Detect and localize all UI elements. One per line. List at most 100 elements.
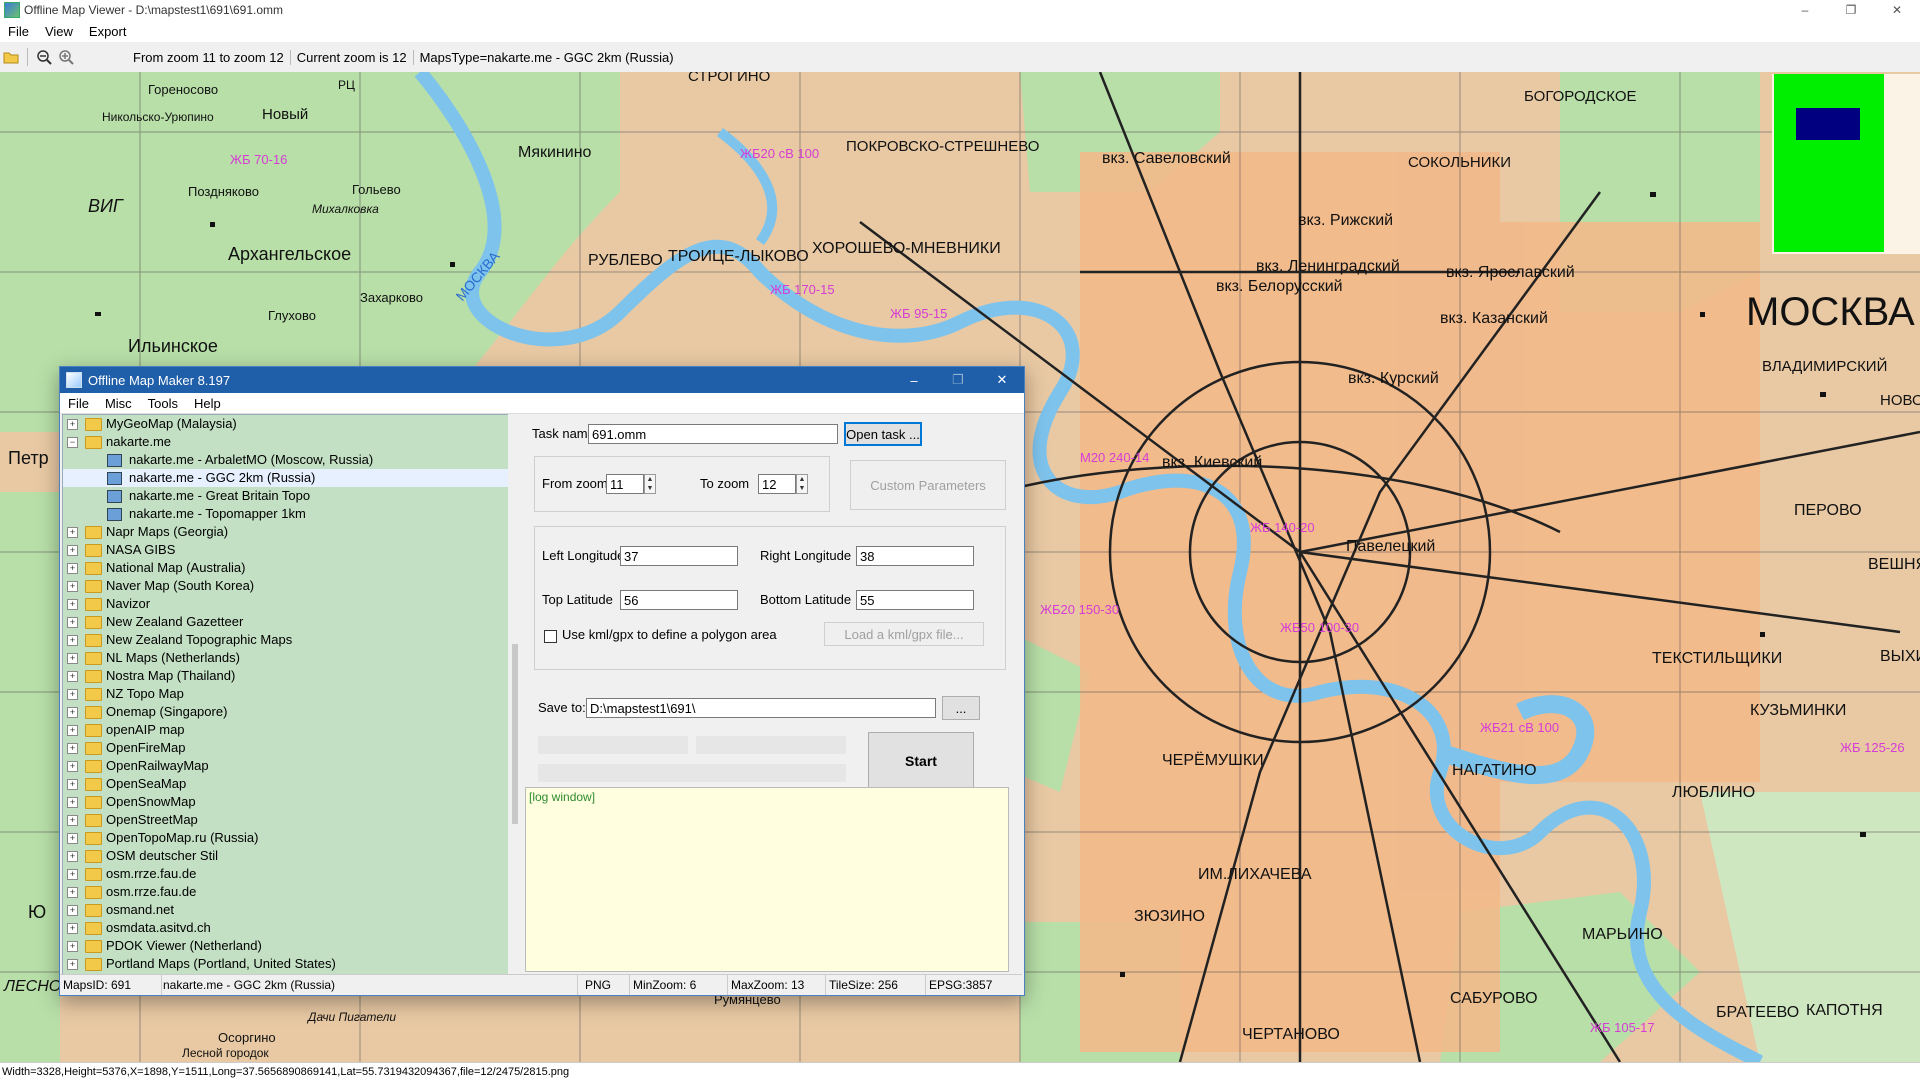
map-source-tree[interactable]: + MyGeoMap (Malaysia) − nakarte.me nakarte.m… [62, 414, 510, 976]
expand-icon[interactable]: + [67, 851, 78, 862]
menu-file[interactable]: File [0, 24, 37, 39]
tree-item-label: NL Maps (Netherlands) [106, 650, 240, 665]
tree-folder-item[interactable]: + openAIP map [63, 721, 509, 739]
expand-icon[interactable]: + [67, 653, 78, 664]
bottom-latitude-input[interactable]: 55 [856, 590, 974, 610]
expand-icon[interactable]: + [67, 707, 78, 718]
tree-map-item[interactable]: nakarte.me - Topomapper 1km [63, 505, 509, 523]
tree-map-item[interactable]: nakarte.me - Great Britain Topo [63, 487, 509, 505]
tree-folder-item[interactable]: + Navizor [63, 595, 509, 613]
dialog-menu-tools[interactable]: Tools [140, 396, 186, 411]
tree-folder-item[interactable]: + OSM deutscher Stil [63, 847, 509, 865]
expand-icon[interactable]: + [67, 923, 78, 934]
expand-icon[interactable]: + [67, 779, 78, 790]
tree-folder-item[interactable]: + PDOK Viewer (Netherland) [63, 937, 509, 955]
browse-folder-button[interactable]: ... [942, 696, 980, 720]
dialog-menu-misc[interactable]: Misc [97, 396, 140, 411]
tree-folder-item[interactable]: + National Map (Australia) [63, 559, 509, 577]
maximize-button[interactable]: ❐ [1828, 0, 1874, 20]
open-task-button[interactable]: Open task ... [844, 422, 922, 446]
minimap[interactable] [1772, 74, 1920, 254]
tree-map-item[interactable]: nakarte.me - ArbaletMO (Moscow, Russia) [63, 451, 509, 469]
dialog-close-button[interactable]: ✕ [980, 367, 1024, 393]
tree-folder-item[interactable]: + New Zealand Topographic Maps [63, 631, 509, 649]
tree-folder-item[interactable]: + NASA GIBS [63, 541, 509, 559]
tree-folder-item[interactable]: + OpenRailwayMap [63, 757, 509, 775]
expand-icon[interactable]: + [67, 833, 78, 844]
expand-icon[interactable]: + [67, 563, 78, 574]
minimize-button[interactable]: – [1782, 0, 1828, 20]
tree-folder-item[interactable]: + OpenSnowMap [63, 793, 509, 811]
tree-folder-item[interactable]: + Onemap (Singapore) [63, 703, 509, 721]
tree-folder-item[interactable]: + osm.rrze.fau.de [63, 883, 509, 901]
expand-icon[interactable]: + [67, 797, 78, 808]
tree-folder-item[interactable]: + NL Maps (Netherlands) [63, 649, 509, 667]
expand-icon[interactable]: + [67, 527, 78, 538]
tree-folder-item[interactable]: + New Zealand Gazetteer [63, 613, 509, 631]
tree-folder-item[interactable]: + Portland Maps (Portland, United States) [63, 955, 509, 973]
tree-map-item[interactable]: nakarte.me - GGC 2km (Russia) [63, 469, 509, 487]
tree-folder-item[interactable]: + OpenFireMap [63, 739, 509, 757]
task-name-input[interactable]: 691.omm [588, 424, 838, 444]
to-zoom-spinner[interactable]: ▲ ▼ [796, 474, 808, 494]
expand-icon[interactable]: + [67, 887, 78, 898]
tree-folder-item[interactable]: + osm.rrze.fau.de [63, 865, 509, 883]
zoom-out-icon[interactable] [33, 46, 55, 68]
expand-icon[interactable]: + [67, 581, 78, 592]
expand-icon[interactable]: + [67, 815, 78, 826]
dialog-menu-help[interactable]: Help [186, 396, 229, 411]
dialog-maximize-button[interactable]: ❐ [936, 367, 980, 393]
expand-icon[interactable]: + [67, 599, 78, 610]
start-button[interactable]: Start [868, 732, 974, 790]
log-window[interactable]: [log window] [525, 787, 1009, 972]
save-to-input[interactable]: D:\mapstest1\691\ [586, 698, 936, 718]
dialog-menu-file[interactable]: File [60, 396, 97, 411]
dialog-minimize-button[interactable]: – [892, 367, 936, 393]
tree-folder-item[interactable]: + Nostra Map (Thailand) [63, 667, 509, 685]
to-zoom-input[interactable]: 12 [758, 474, 796, 494]
collapse-icon[interactable]: − [67, 437, 78, 448]
expand-icon[interactable]: + [67, 545, 78, 556]
expand-icon[interactable]: + [67, 941, 78, 952]
tree-scrollbar[interactable] [508, 414, 524, 974]
minimap-viewport[interactable] [1796, 108, 1860, 140]
load-kml-button[interactable]: Load a kml/gpx file... [824, 622, 984, 646]
tree-folder-item[interactable]: + osmand.net [63, 901, 509, 919]
tree-scrollbar-thumb[interactable] [512, 644, 518, 824]
tree-folder-item[interactable]: + MyGeoMap (Malaysia) [63, 415, 509, 433]
expand-icon[interactable]: + [67, 671, 78, 682]
from-zoom-input[interactable]: 11 [606, 474, 644, 494]
zoom-in-icon[interactable] [55, 46, 77, 68]
expand-icon[interactable]: + [67, 761, 78, 772]
top-latitude-input[interactable]: 56 [620, 590, 738, 610]
expand-icon[interactable]: + [67, 905, 78, 916]
left-longitude-input[interactable]: 37 [620, 546, 738, 566]
expand-icon[interactable]: + [67, 725, 78, 736]
kml-polygon-checkbox[interactable] [544, 630, 557, 643]
expand-icon[interactable]: + [67, 617, 78, 628]
menu-view[interactable]: View [37, 24, 81, 39]
map-label: НОВОГИ [1880, 392, 1920, 409]
close-button[interactable]: ✕ [1874, 0, 1920, 20]
expand-icon[interactable]: + [67, 689, 78, 700]
tree-folder-item[interactable]: + Napr Maps (Georgia) [63, 523, 509, 541]
expand-icon[interactable]: + [67, 419, 78, 430]
expand-icon[interactable]: + [67, 869, 78, 880]
from-zoom-spinner[interactable]: ▲ ▼ [644, 474, 656, 494]
tree-folder-item[interactable]: + NZ Topo Map [63, 685, 509, 703]
tree-folder-item[interactable]: − nakarte.me [63, 433, 509, 451]
menu-export[interactable]: Export [81, 24, 135, 39]
tree-folder-item[interactable]: + OpenSeaMap [63, 775, 509, 793]
log-scrollbar[interactable] [1009, 787, 1022, 972]
tree-folder-item[interactable]: + OpenStreetMap [63, 811, 509, 829]
right-longitude-input[interactable]: 38 [856, 546, 974, 566]
expand-icon[interactable]: + [67, 635, 78, 646]
custom-parameters-button[interactable]: Custom Parameters [850, 460, 1006, 510]
tree-folder-item[interactable]: + OpenTopoMap.ru (Russia) [63, 829, 509, 847]
tree-folder-item[interactable]: + osmdata.asitvd.ch [63, 919, 509, 937]
expand-icon[interactable]: + [67, 743, 78, 754]
svg-text:ЖБ20 150-30: ЖБ20 150-30 [1040, 602, 1119, 617]
tree-folder-item[interactable]: + Naver Map (South Korea) [63, 577, 509, 595]
open-folder-icon[interactable] [0, 46, 22, 68]
expand-icon[interactable]: + [67, 959, 78, 970]
